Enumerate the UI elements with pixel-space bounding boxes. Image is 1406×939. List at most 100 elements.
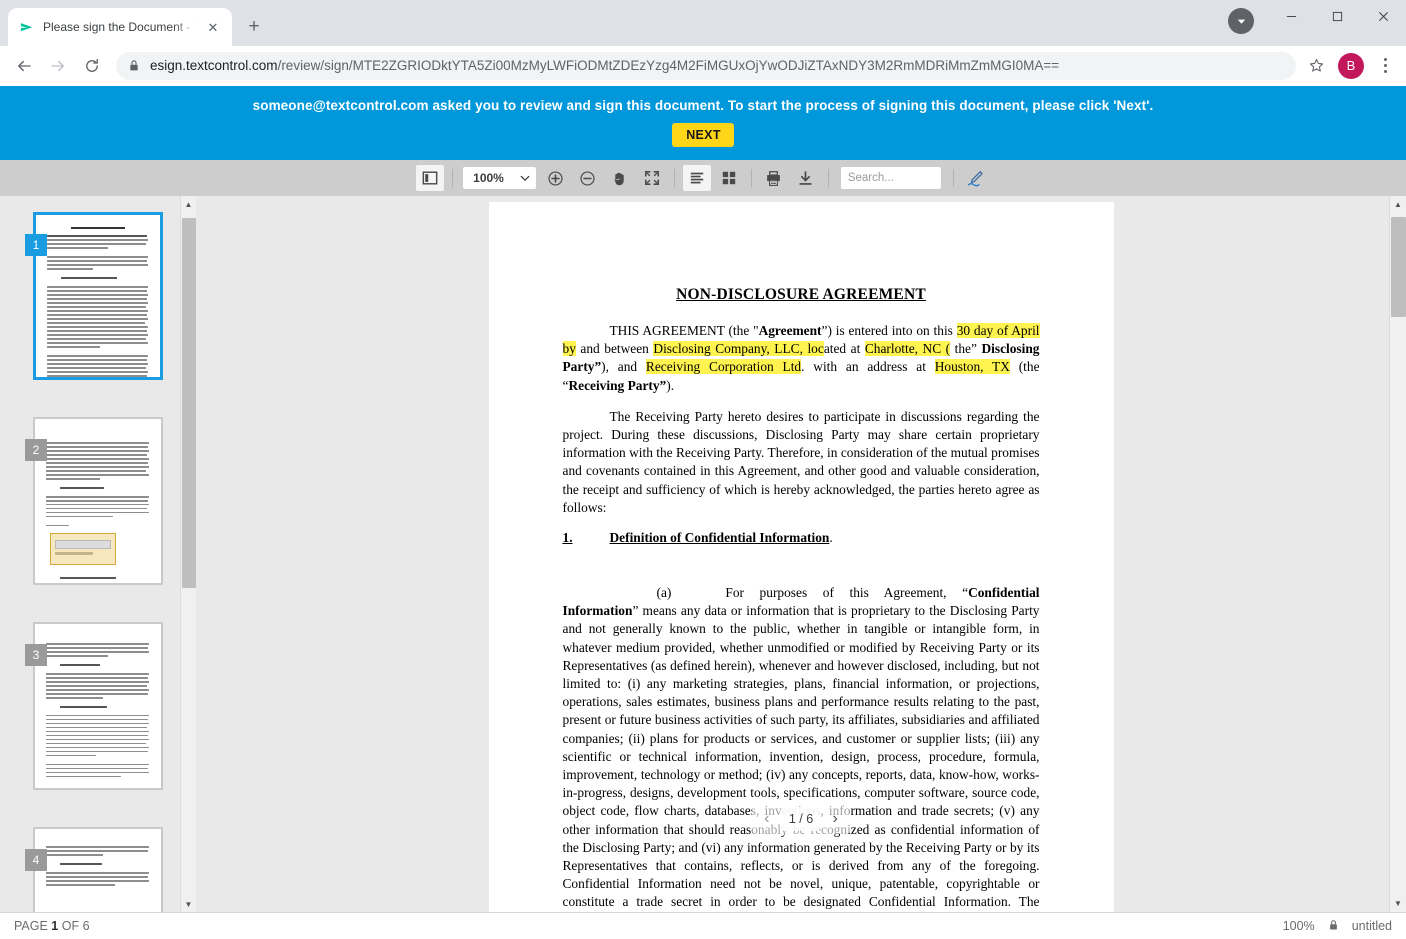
scroll-down-arrow-icon[interactable]: ▼ <box>181 896 197 912</box>
scroll-down-arrow-icon[interactable]: ▼ <box>1390 895 1406 912</box>
zoom-level-value: 100% <box>473 171 504 185</box>
intro-lead: THIS AGREEMENT (the " <box>609 323 759 338</box>
section-period: . <box>829 530 833 546</box>
intro-mid3: the” <box>950 341 982 357</box>
forward-button[interactable] <box>42 50 74 82</box>
list-item[interactable]: 2 <box>25 417 163 585</box>
page-navigation: ‹ 1 / 6 › <box>751 804 851 834</box>
status-zoom: 100% <box>1282 919 1315 933</box>
clause-a-paragraph: (a) For purposes of this Agreement, “Conf… <box>563 559 1040 912</box>
window-controls <box>1228 0 1406 46</box>
maximize-button[interactable] <box>1314 0 1360 32</box>
recitals-paragraph: The Receiving Party hereto desires to pa… <box>563 408 1040 517</box>
kebab-menu-icon[interactable] <box>1372 52 1398 80</box>
page-indicator: 1 / 6 <box>781 807 821 831</box>
toolbar-divider <box>452 169 454 187</box>
chevron-down-icon <box>520 171 530 185</box>
scroll-up-arrow-icon[interactable]: ▲ <box>1390 196 1406 213</box>
highlight-disclosing-city: Charlotte, NC ( <box>864 341 951 357</box>
highlight-receiving-city: Houston, TX <box>934 359 1010 375</box>
thumbnail-page-1[interactable] <box>33 212 163 380</box>
toolbar-divider <box>673 169 675 187</box>
agreement-intro-paragraph: THIS AGREEMENT (the "Agreement”) is ente… <box>562 322 1040 395</box>
intro-mid1: and between <box>575 341 654 357</box>
bookmark-star-icon[interactable] <box>1302 52 1330 80</box>
intro-end: ). <box>666 377 675 393</box>
zoom-in-icon[interactable] <box>542 165 570 191</box>
new-tab-button[interactable]: + <box>240 13 268 41</box>
scroll-up-arrow-icon[interactable]: ▲ <box>181 196 197 212</box>
printer-icon[interactable] <box>760 165 788 191</box>
section-1-heading: 1. Definition of Confidential Information… <box>563 530 1040 546</box>
avatar[interactable]: B <box>1338 52 1364 79</box>
sidebar-scrollbar[interactable]: ▲ ▼ <box>180 196 196 912</box>
thumbnail-page-number: 4 <box>25 849 47 871</box>
page-status-prefix: PAGE <box>14 919 48 933</box>
clause-a-text: ” means any data or information that is … <box>562 603 1040 910</box>
search-input[interactable]: Search... <box>840 167 941 189</box>
next-button[interactable]: NEXT <box>672 123 734 147</box>
list-item[interactable]: 4 <box>25 827 163 912</box>
scrollbar-track[interactable] <box>181 212 197 896</box>
thumbnail-preview <box>35 829 161 912</box>
page-status-total: 6 <box>82 919 90 933</box>
url-path: /review/sign/MTE2ZGRIODktYTA5Zi00MzMyLWF… <box>277 58 1060 73</box>
url-domain: esign.textcontrol.com <box>150 58 278 73</box>
list-item[interactable]: 3 <box>25 622 163 790</box>
zoom-out-icon[interactable] <box>574 165 602 191</box>
grid-page-view-icon[interactable] <box>715 165 743 191</box>
minimize-button[interactable] <box>1268 0 1314 32</box>
hand-pan-icon[interactable] <box>606 165 634 191</box>
back-button[interactable] <box>8 50 40 82</box>
thumbnail-preview <box>35 624 161 788</box>
thumbnail-sidebar: 1 2 3 4 ▲ ▼ <box>0 196 196 912</box>
prev-page-button[interactable]: ‹ <box>756 807 778 831</box>
download-icon[interactable] <box>792 165 820 191</box>
thumbnail-page-number: 2 <box>25 439 47 461</box>
close-icon[interactable]: ✕ <box>204 18 222 36</box>
status-right: 100% untitled <box>1283 919 1392 934</box>
chevron-down-icon[interactable] <box>1228 8 1254 34</box>
page-status: PAGE 1 OF 6 <box>14 919 90 933</box>
banner-message: someone@textcontrol.com asked you to rev… <box>252 98 1154 113</box>
thumbnail-page-2[interactable] <box>33 417 163 585</box>
url-text: esign.textcontrol.com/review/sign/MTE2ZG… <box>150 58 1059 73</box>
single-page-view-icon[interactable] <box>682 165 711 191</box>
section-title: Definition of Confidential Information <box>609 530 830 546</box>
address-bar[interactable]: esign.textcontrol.com/review/sign/MTE2ZG… <box>116 51 1296 80</box>
intro-after: ”) is entered into on this <box>821 323 957 338</box>
intro-mid4: ), and <box>601 359 646 375</box>
receiving-party-term: Receiving Party” <box>568 377 667 393</box>
thumbnail-page-3[interactable] <box>33 622 163 790</box>
zoom-level-select[interactable]: 100% <box>463 167 536 189</box>
pen-signature-icon[interactable] <box>962 165 990 191</box>
close-window-button[interactable] <box>1360 0 1406 32</box>
thumbnail-list: 1 2 3 4 <box>0 196 196 912</box>
viewer-toolbar: 100% Search... <box>0 160 1406 196</box>
section-number: 1. <box>562 530 573 546</box>
recitals-text: The Receiving Party hereto desires to pa… <box>562 408 1040 515</box>
viewer-main: 1 2 3 4 ▲ ▼ NON-DISCLOSURE AGREEMENT THI… <box>0 196 1406 912</box>
lock-icon <box>128 59 140 72</box>
thumbnail-page-4[interactable] <box>33 827 163 912</box>
clause-a-lead: For purposes of this Agreement, “ <box>725 585 969 601</box>
list-item[interactable]: 1 <box>25 212 163 380</box>
next-page-button[interactable]: › <box>824 807 846 831</box>
thumbnail-preview <box>36 215 160 377</box>
fullscreen-expand-icon[interactable] <box>638 165 666 191</box>
scrollbar-thumb[interactable] <box>181 218 196 588</box>
toolbar-divider <box>750 169 752 187</box>
sidebar-panel-icon[interactable] <box>416 165 445 191</box>
toolbar-divider <box>827 169 829 187</box>
scrollbar-track[interactable] <box>1390 213 1406 895</box>
clause-a-label: (a) <box>656 585 672 601</box>
browser-window: Please sign the Document - Text Control … <box>0 0 1406 939</box>
agreement-term: Agreement <box>758 323 822 338</box>
reload-button[interactable] <box>76 50 108 82</box>
scrollbar-thumb[interactable] <box>1390 217 1406 317</box>
viewer-scrollbar[interactable]: ▲ ▼ <box>1389 196 1406 912</box>
browser-tab[interactable]: Please sign the Document - Text Control … <box>8 8 232 46</box>
intro-mid5: . with an address at <box>801 359 935 375</box>
sign-request-banner: someone@textcontrol.com asked you to rev… <box>0 86 1406 160</box>
highlight-receiving-company: Receiving Corporation Ltd <box>645 359 802 375</box>
